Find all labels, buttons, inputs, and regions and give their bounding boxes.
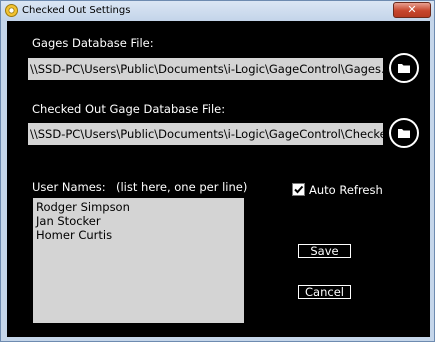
checked-out-db-path-field[interactable]: \\SSD-PC\Users\Public\Documents\i-Logic\…	[28, 123, 383, 145]
auto-refresh-checkbox[interactable]	[292, 183, 305, 196]
user-names-label: User Names:	[32, 180, 106, 194]
user-name-line: Rodger Simpson	[36, 200, 130, 214]
gages-db-browse-button[interactable]	[389, 53, 419, 83]
save-button[interactable]: Save	[298, 244, 351, 258]
gages-db-path-field[interactable]: \\SSD-PC\Users\Public\Documents\i-Logic\…	[28, 58, 383, 80]
close-button[interactable]: ✕	[393, 2, 431, 18]
user-name-line: Jan Stocker	[36, 214, 101, 228]
user-name-line: Homer Curtis	[36, 228, 113, 242]
folder-icon	[398, 64, 410, 73]
close-icon: ✕	[407, 3, 417, 16]
settings-panel: Gages Database File: \\SSD-PC\Users\Publ…	[7, 21, 430, 337]
settings-window: Checked Out Settings ✕ Gages Database Fi…	[0, 0, 435, 342]
folder-icon	[398, 129, 410, 138]
user-names-hint: (list here, one per line)	[116, 180, 248, 194]
cancel-button[interactable]: Cancel	[298, 285, 351, 299]
title-bar[interactable]: Checked Out Settings ✕	[1, 1, 434, 21]
checked-out-db-label: Checked Out Gage Database File:	[32, 102, 226, 116]
window-title: Checked Out Settings	[22, 5, 131, 16]
checkmark-icon	[294, 185, 304, 194]
gages-db-label: Gages Database File:	[32, 36, 154, 50]
auto-refresh-label[interactable]: Auto Refresh	[309, 183, 383, 197]
checked-out-db-browse-button[interactable]	[389, 118, 419, 148]
app-icon	[5, 4, 18, 17]
user-names-textarea[interactable]: Rodger Simpson Jan Stocker Homer Curtis	[33, 198, 244, 323]
